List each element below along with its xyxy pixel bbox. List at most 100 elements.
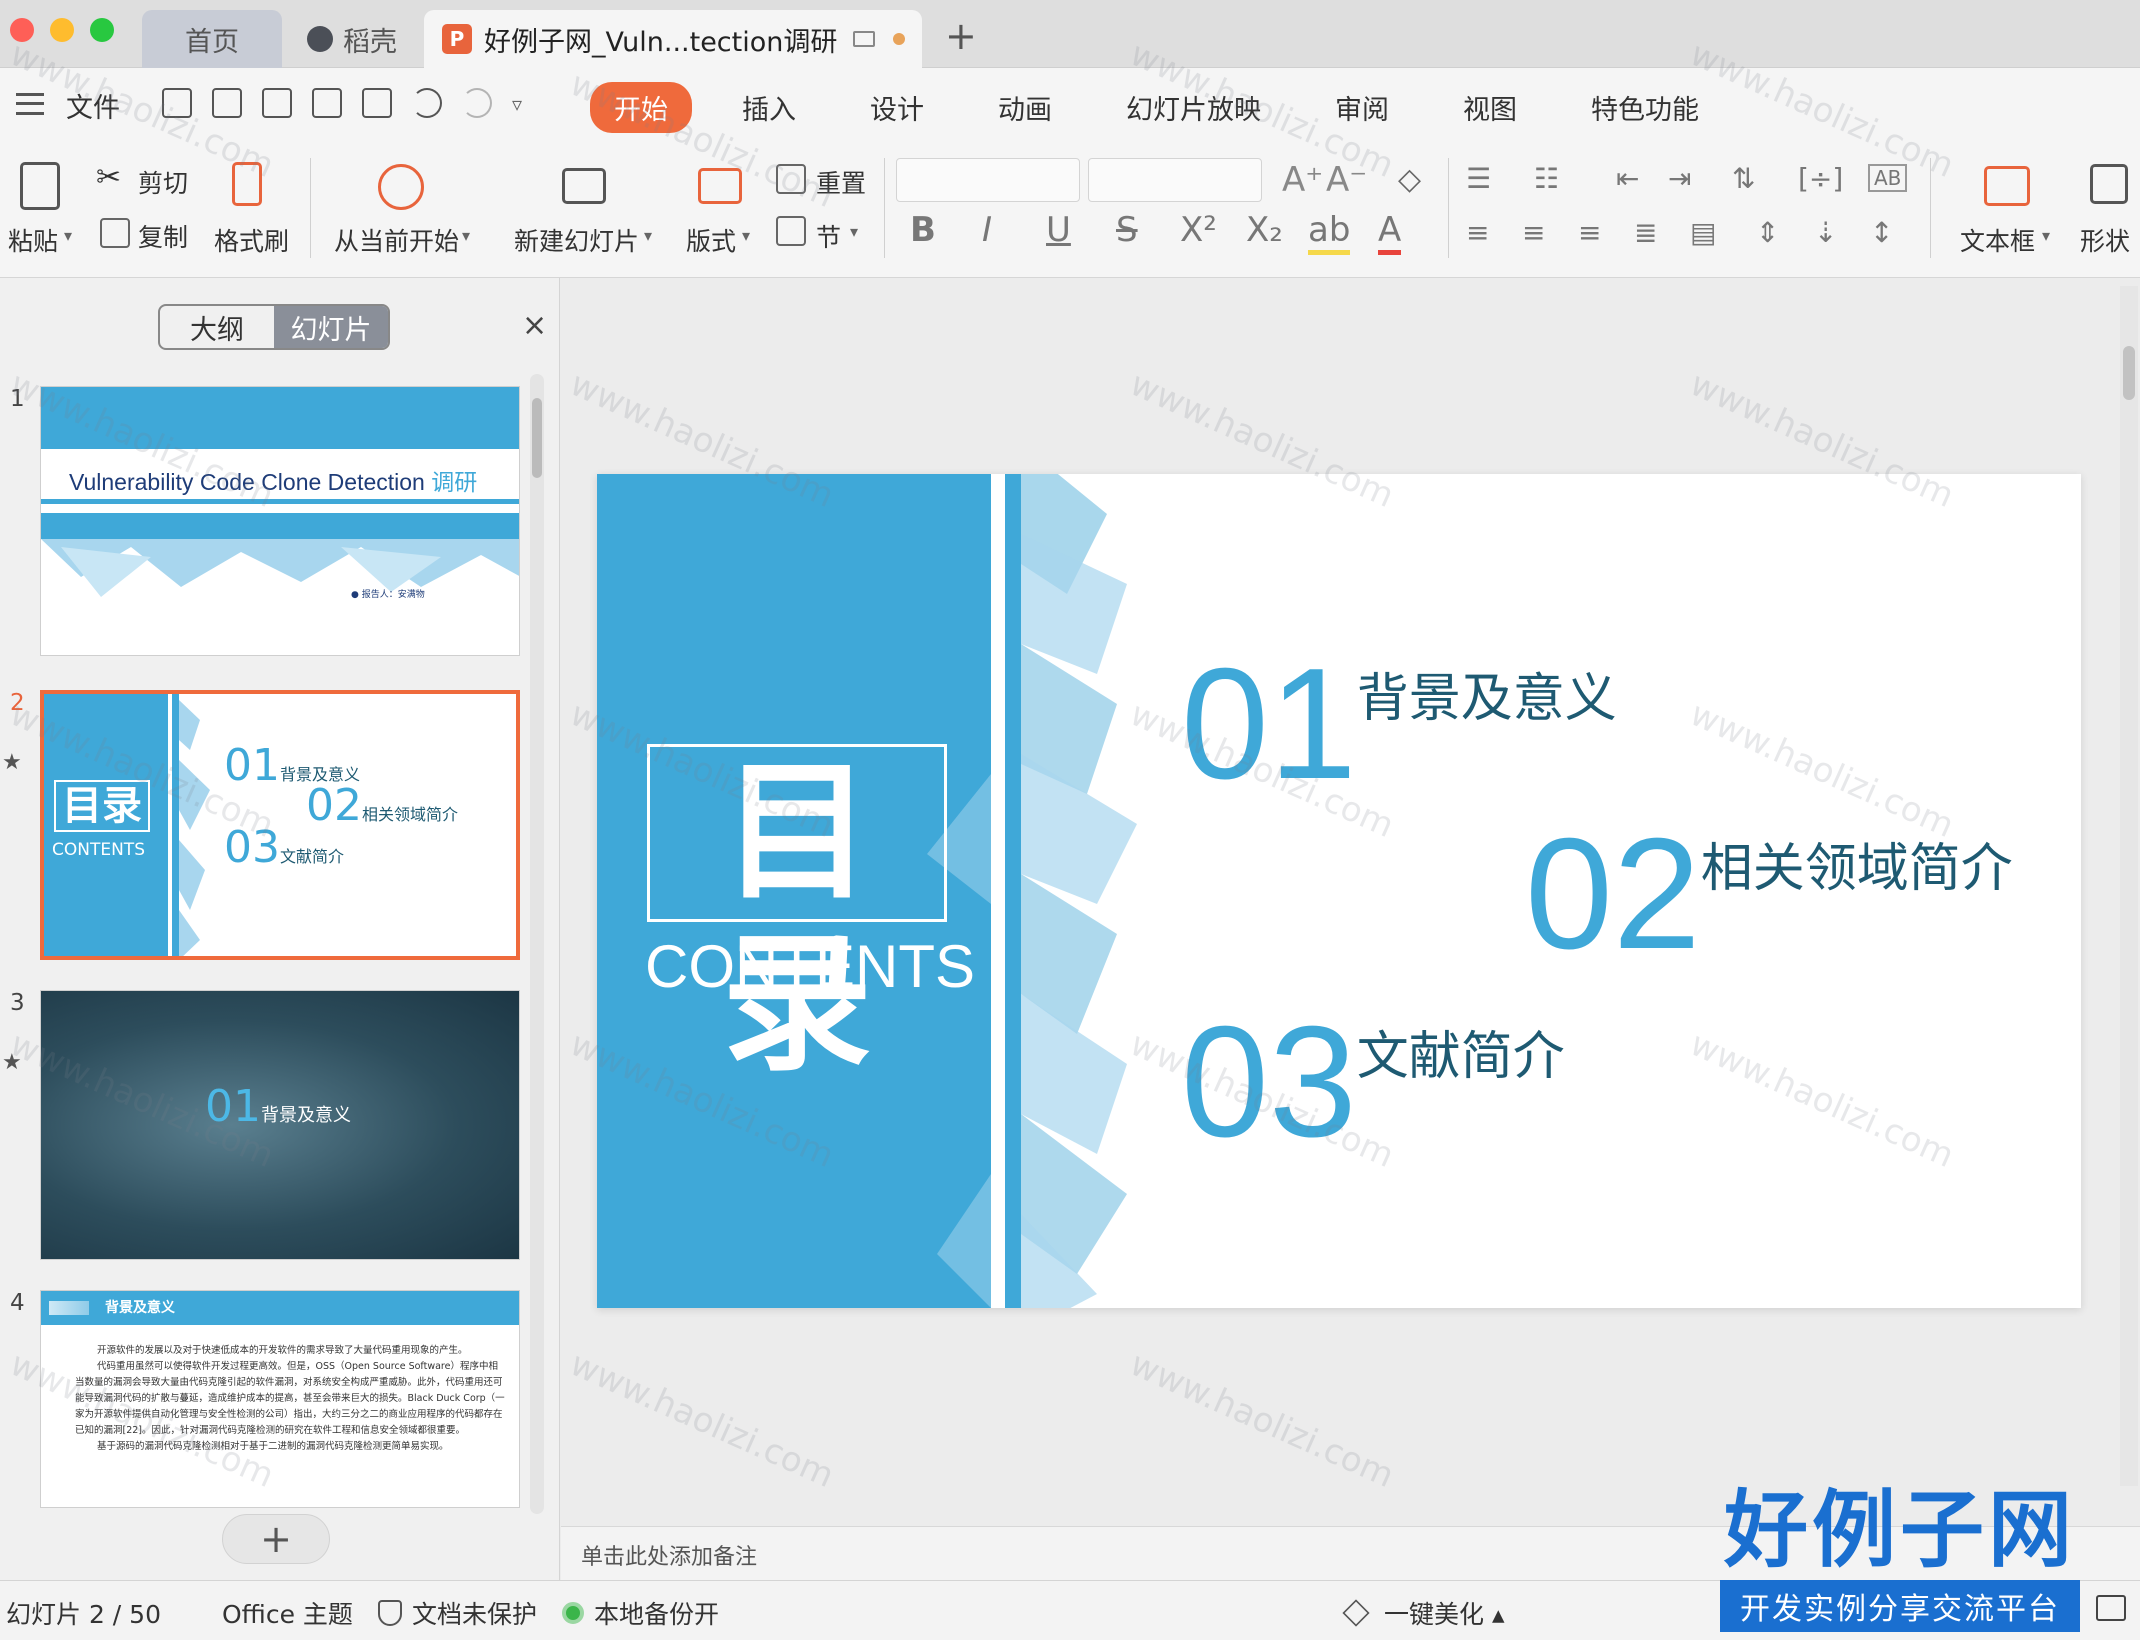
font-size-select[interactable] <box>1088 158 1262 202</box>
monitor-icon[interactable] <box>853 31 876 47</box>
increase-font-size-icon[interactable]: A⁺ <box>1282 160 1323 200</box>
section-icon[interactable] <box>776 216 806 246</box>
print-icon[interactable] <box>312 88 342 118</box>
text-spacing-icon[interactable]: [÷] <box>1798 162 1843 195</box>
slides-pane-scrollbar[interactable] <box>530 374 544 1514</box>
layout-dropdown-icon[interactable]: ▾ <box>742 226 750 245</box>
distribute-icon[interactable]: ▤ <box>1690 216 1716 249</box>
play-from-current-button[interactable]: 从当前开始 <box>334 222 459 258</box>
reset-button[interactable]: 重置 <box>816 164 866 200</box>
decrease-indent-icon[interactable]: ⇤ <box>1616 162 1639 195</box>
copy-button[interactable]: 复制 <box>138 218 188 254</box>
font-family-select[interactable] <box>896 158 1080 202</box>
slide-thumbnail-4[interactable]: 背景及意义 开源软件的发展以及对于快速低成本的开发软件的需求导致了大量代码重用现… <box>40 1290 520 1508</box>
close-window-button[interactable] <box>10 18 34 42</box>
format-painter-icon[interactable] <box>232 162 262 206</box>
superscript-icon[interactable]: X² <box>1180 210 1217 250</box>
minimize-window-button[interactable] <box>50 18 74 42</box>
paste-button[interactable]: 粘贴 <box>8 222 58 258</box>
textbox-dropdown-icon[interactable]: ▾ <box>2042 226 2050 245</box>
ribbon-tab-view[interactable]: 视图 <box>1439 82 1541 133</box>
add-slide-button[interactable]: + <box>222 1514 330 1564</box>
strikethrough-icon[interactable]: S <box>1116 210 1138 250</box>
tab-slides[interactable]: 幻灯片 <box>274 306 388 348</box>
beautify-button[interactable]: 一键美化 ▴ <box>1342 1595 1505 1631</box>
subscript-icon[interactable]: X₂ <box>1246 210 1283 250</box>
quick-access-more-icon[interactable]: ▿ <box>512 88 522 118</box>
hamburger-menu-icon[interactable] <box>16 93 44 115</box>
file-menu[interactable]: 文件 <box>66 86 120 125</box>
ribbon-tab-insert[interactable]: 插入 <box>718 82 820 133</box>
notes-placeholder[interactable]: 单击此处添加备注 <box>581 1539 757 1571</box>
font-color-icon[interactable]: A <box>1378 210 1402 255</box>
textbox-button[interactable]: 文本框 <box>1960 222 2035 258</box>
protection-status[interactable]: 文档未保护 <box>378 1595 537 1631</box>
cut-button[interactable]: 剪切 <box>138 164 188 200</box>
align-left-icon[interactable]: ≡ <box>1466 216 1489 249</box>
play-icon[interactable] <box>378 164 424 210</box>
textbox-icon[interactable] <box>1984 166 2030 206</box>
slide-thumbnail-3[interactable]: 01背景及意义 <box>40 990 520 1260</box>
layout-icon[interactable] <box>698 168 742 204</box>
ribbon-tab-design[interactable]: 设计 <box>846 82 948 133</box>
ribbon-tab-special[interactable]: 特色功能 <box>1567 82 1723 133</box>
scrollbar-thumb[interactable] <box>2123 346 2135 400</box>
increase-indent-icon[interactable]: ⇥ <box>1668 162 1691 195</box>
paste-dropdown-icon[interactable]: ▾ <box>64 226 72 245</box>
slide-thumbnail-1[interactable]: Vulnerability Code Clone Detection 调研 ● … <box>40 386 520 656</box>
bullet-list-icon[interactable]: ☰ <box>1466 162 1491 195</box>
shape-button[interactable]: 形状 <box>2080 222 2130 258</box>
theme-name[interactable]: Office 主题 <box>222 1595 353 1631</box>
current-slide[interactable]: 目录 CONTENTS 01背景及意义 02相关领域简介 03文献简介 <box>597 474 2081 1308</box>
reset-icon[interactable] <box>776 164 806 194</box>
section-dropdown-icon[interactable]: ▾ <box>850 222 858 241</box>
zoom-window-button[interactable] <box>90 18 114 42</box>
underline-icon[interactable]: U <box>1046 210 1071 250</box>
paste-icon[interactable] <box>20 162 60 210</box>
section-button[interactable]: 节 <box>816 218 841 254</box>
print-preview-icon[interactable] <box>362 88 392 118</box>
backup-status[interactable]: 本地备份开 <box>562 1595 719 1631</box>
justify-icon[interactable]: ≣ <box>1634 216 1657 249</box>
highlight-icon[interactable]: ab <box>1308 210 1351 255</box>
ribbon-tab-review[interactable]: 审阅 <box>1311 82 1413 133</box>
bold-icon[interactable]: B <box>910 210 936 250</box>
tab-outline[interactable]: 大纲 <box>160 306 274 348</box>
clear-format-icon[interactable]: ◇ <box>1398 162 1421 197</box>
format-painter-button[interactable]: 格式刷 <box>214 222 289 258</box>
tab-document[interactable]: P 好例子网_Vuln...tection调研 <box>424 10 922 68</box>
save-icon[interactable] <box>212 88 242 118</box>
reading-mode-button[interactable] <box>2096 1595 2126 1621</box>
paragraph-spacing-icon[interactable]: ⇣ <box>1814 216 1837 249</box>
editor-scrollbar[interactable] <box>2120 286 2138 1486</box>
tab-home[interactable]: 首页 <box>142 10 282 68</box>
ribbon-tab-slideshow[interactable]: 幻灯片放映 <box>1102 82 1285 133</box>
redo-icon[interactable] <box>462 88 492 118</box>
spacing-options-icon[interactable]: ↕ <box>1870 216 1893 249</box>
new-slide-icon[interactable] <box>562 168 606 204</box>
ribbon-tab-animation[interactable]: 动画 <box>974 82 1076 133</box>
line-spacing-icon[interactable]: ⇕ <box>1756 216 1779 249</box>
new-slide-dropdown-icon[interactable]: ▾ <box>644 226 652 245</box>
text-direction-icon[interactable]: ⇅ <box>1732 162 1755 195</box>
play-dropdown-icon[interactable]: ▾ <box>462 226 470 245</box>
ribbon-tab-home[interactable]: 开始 <box>590 82 692 133</box>
character-spacing-icon[interactable]: AB <box>1868 164 1908 192</box>
slide-thumbnail-2[interactable]: 目录 CONTENTS 01背景及意义 02相关领域简介 03文献简介 <box>40 690 520 960</box>
scrollbar-thumb[interactable] <box>532 398 542 478</box>
layout-button[interactable]: 版式 <box>686 222 736 258</box>
export-pdf-icon[interactable] <box>262 88 292 118</box>
tab-docer[interactable]: 稻壳 <box>292 10 412 68</box>
open-folder-icon[interactable] <box>162 88 192 118</box>
decrease-font-size-icon[interactable]: A⁻ <box>1326 160 1367 200</box>
align-center-icon[interactable]: ≡ <box>1522 216 1545 249</box>
numbered-list-icon[interactable]: ☷ <box>1534 162 1559 195</box>
undo-icon[interactable] <box>412 88 442 118</box>
new-tab-button[interactable]: + <box>945 14 977 58</box>
italic-icon[interactable]: I <box>982 210 992 250</box>
new-slide-button[interactable]: 新建幻灯片 <box>514 222 639 258</box>
shape-icon[interactable] <box>2090 164 2128 204</box>
copy-icon[interactable] <box>100 218 130 248</box>
close-pane-icon[interactable]: × <box>522 308 547 343</box>
scissors-icon[interactable]: ✂ <box>96 160 121 195</box>
